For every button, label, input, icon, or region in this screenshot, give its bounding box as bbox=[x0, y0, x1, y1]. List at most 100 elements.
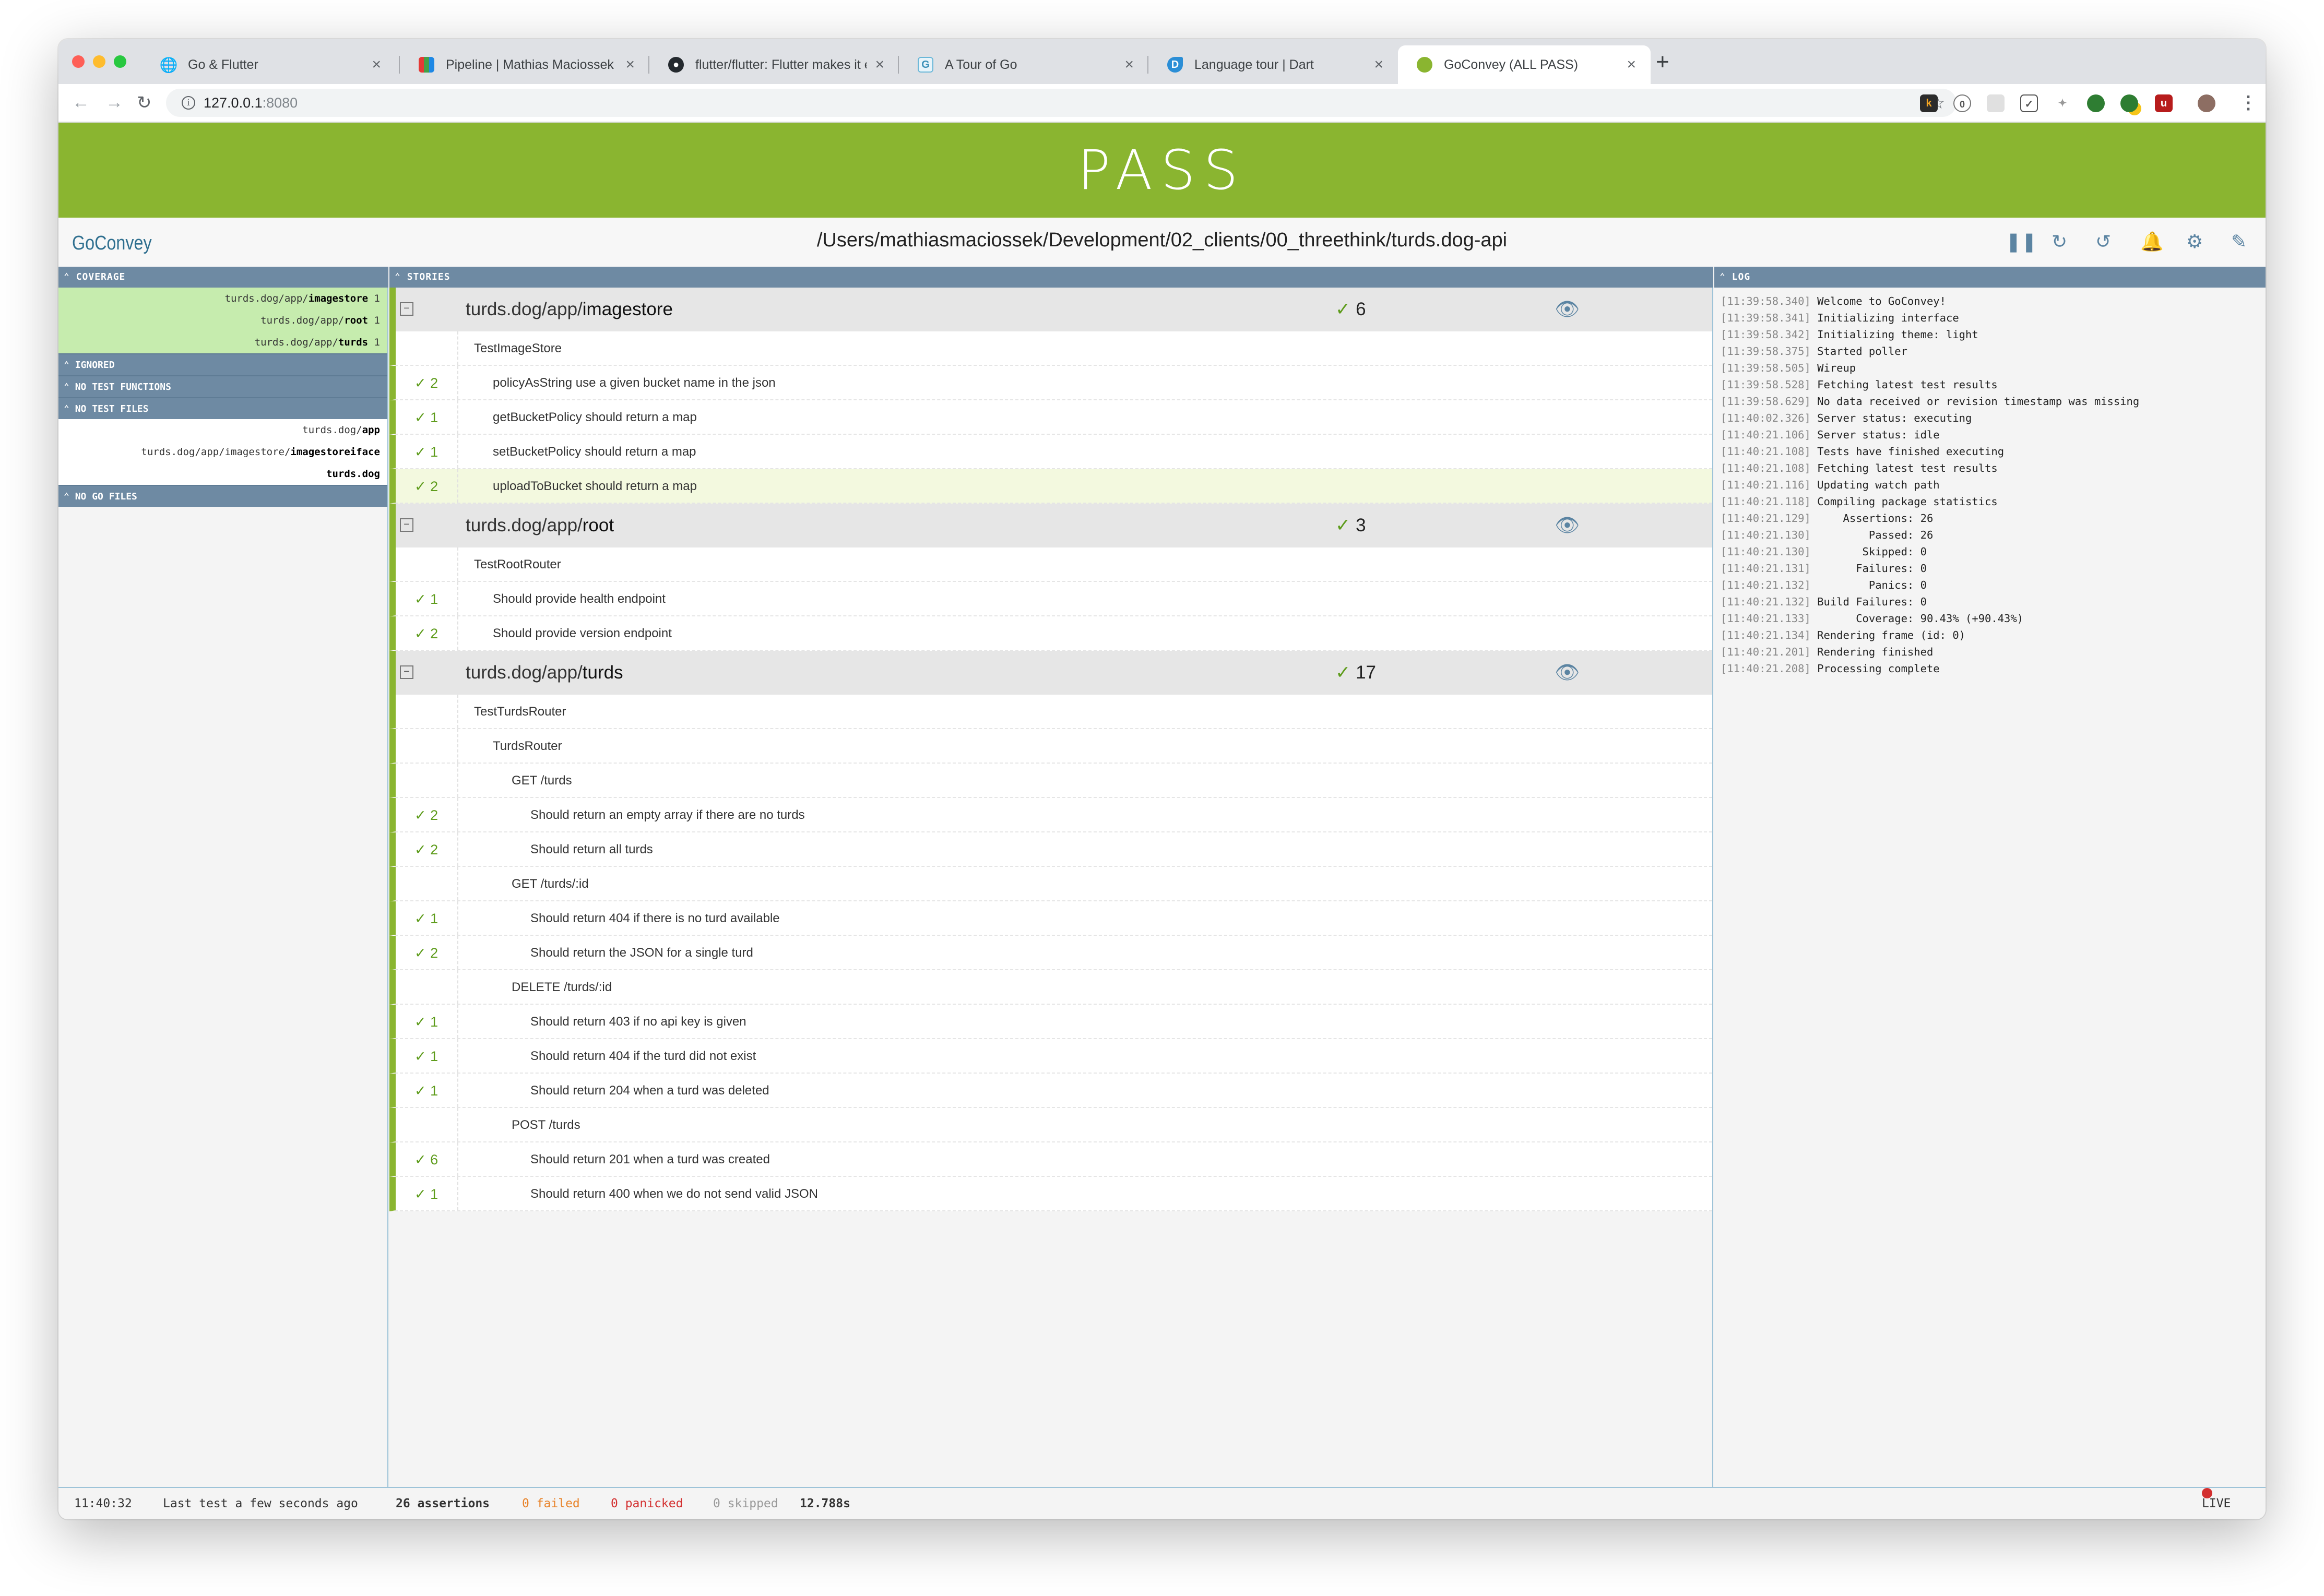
tab-go-flutter[interactable]: 🌐 Go & Flutter × bbox=[142, 45, 396, 84]
log-timestamp: [11:40:21.133] bbox=[1721, 612, 1811, 625]
edit-icon[interactable]: ✎ bbox=[2231, 231, 2247, 252]
pocket-icon[interactable]: ✓ bbox=[2020, 94, 2038, 112]
test-row[interactable]: ✓ 1 setBucketPolicy should return a map bbox=[389, 435, 1712, 469]
stories-header[interactable]: ⌃ STORIES bbox=[389, 267, 1713, 288]
test-row[interactable]: ✓ 1 Should provide health endpoint bbox=[389, 582, 1712, 616]
test-row[interactable]: ✓ 1 Should return 404 if the turd did not… bbox=[389, 1039, 1712, 1074]
collapse-toggle-icon[interactable]: − bbox=[400, 302, 413, 316]
log-message: Compiling package statistics bbox=[1817, 495, 1998, 508]
test-name: TurdsRouter bbox=[493, 739, 562, 753]
row-divider bbox=[457, 331, 458, 365]
story-row[interactable]: DELETE /turds/:id bbox=[389, 970, 1712, 1005]
url-port: :8080 bbox=[262, 94, 298, 111]
coverage-item-root[interactable]: turds.dog/app/root 1 bbox=[58, 309, 387, 331]
log-message: Coverage: 90.43% (+90.43%) bbox=[1817, 612, 2024, 625]
no-test-files-section[interactable]: ⌃ NO TEST FILES bbox=[58, 397, 387, 419]
pause-icon[interactable]: ❚❚ bbox=[2006, 231, 2037, 252]
story-row[interactable]: TestRootRouter bbox=[389, 547, 1712, 582]
row-divider bbox=[457, 764, 458, 797]
test-row[interactable]: ✓ 1 Should return 204 when a turd was del… bbox=[389, 1074, 1712, 1108]
test-row[interactable]: ✓ 2 Should return an empty array if there… bbox=[389, 798, 1712, 832]
close-tab-icon[interactable]: × bbox=[1124, 56, 1134, 74]
coverage-header[interactable]: ⌃ COVERAGE bbox=[58, 267, 388, 288]
settings-gear-icon[interactable]: ⚙ bbox=[2186, 231, 2203, 252]
test-name: Should return 400 when we do not send va… bbox=[530, 1187, 819, 1201]
assertion-count: ✓ 6 bbox=[414, 1152, 438, 1168]
goconvey-icon bbox=[1417, 57, 1432, 73]
close-window-button[interactable] bbox=[72, 55, 85, 68]
test-row[interactable]: ✓ 1 Should return 400 when we do not send… bbox=[389, 1177, 1712, 1211]
test-row[interactable]: ✓ 2 Should return all turds bbox=[389, 832, 1712, 867]
history-icon[interactable]: ↺ bbox=[2095, 231, 2111, 252]
extension-lock-icon[interactable] bbox=[2120, 94, 2138, 112]
tab-goconvey[interactable]: GoConvey (ALL PASS) × bbox=[1398, 45, 1651, 84]
test-row[interactable]: ✓ 1 Should return 403 if no api key is gi… bbox=[389, 1005, 1712, 1039]
coverage-item-imagestore[interactable]: turds.dog/app/imagestore 1 bbox=[58, 288, 387, 309]
pkg-prefix: turds.dog/ bbox=[302, 424, 362, 436]
story-row[interactable]: GET /turds bbox=[389, 764, 1712, 798]
watch-path[interactable]: /Users/mathiasmaciossek/Development/02_c… bbox=[58, 229, 2266, 252]
eye-icon[interactable]: 👁 bbox=[1555, 651, 1580, 695]
test-row[interactable]: ✓ 2 Should return the JSON for a single t… bbox=[389, 936, 1712, 970]
collapse-toggle-icon[interactable]: − bbox=[400, 518, 413, 532]
ignored-section[interactable]: ⌃ IGNORED bbox=[58, 353, 387, 375]
minimize-window-button[interactable] bbox=[93, 55, 105, 68]
test-row[interactable]: ✓ 1 getBucketPolicy should return a map bbox=[389, 400, 1712, 435]
refresh-icon[interactable]: ↻ bbox=[2052, 231, 2067, 252]
close-tab-icon[interactable]: × bbox=[625, 56, 635, 74]
eye-icon[interactable]: 👁 bbox=[1555, 288, 1580, 331]
pkg-name: app bbox=[362, 424, 380, 436]
story-row[interactable]: TestTurdsRouter bbox=[389, 695, 1712, 729]
eye-icon[interactable]: 👁 bbox=[1555, 504, 1580, 547]
notifications-bell-icon[interactable]: 🔔 bbox=[2140, 231, 2164, 252]
close-tab-icon[interactable]: × bbox=[372, 56, 381, 74]
no-test-files-title: NO TEST FILES bbox=[75, 403, 149, 414]
package-header-root[interactable]: − turds.dog/app/root ✓ 3 👁 bbox=[389, 504, 1712, 547]
story-row[interactable]: POST /turds bbox=[389, 1108, 1712, 1142]
extension-green-icon[interactable] bbox=[2087, 94, 2105, 112]
package-header-imagestore[interactable]: − turds.dog/app/imagestore ✓ 6 👁 bbox=[389, 288, 1712, 331]
extension-k-icon[interactable]: k bbox=[1920, 94, 1938, 112]
site-info-icon[interactable]: i bbox=[182, 96, 195, 110]
log-timestamp: [11:40:21.201] bbox=[1721, 646, 1811, 658]
tab-flutter-github[interactable]: ● flutter/flutter: Flutter makes it ea × bbox=[649, 45, 899, 84]
reload-icon[interactable]: ↻ bbox=[137, 92, 152, 113]
tab-title: Language tour | Dart bbox=[1194, 57, 1314, 72]
extension-spark-icon[interactable]: ✦ bbox=[2054, 94, 2071, 112]
forward-icon[interactable]: → bbox=[105, 92, 123, 113]
test-row[interactable]: ✓ 2 Should provide version endpoint bbox=[389, 616, 1712, 651]
package-header-turds[interactable]: − turds.dog/app/turds ✓ 17 👁 bbox=[389, 651, 1712, 695]
browser-menu-icon[interactable]: ⋮ bbox=[2239, 92, 2257, 113]
close-tab-icon[interactable]: × bbox=[1627, 56, 1636, 74]
log-timestamp: [11:39:58.528] bbox=[1721, 378, 1811, 391]
test-row[interactable]: ✓ 2 policyAsString use a given bucket nam… bbox=[389, 366, 1712, 400]
no-go-files-section[interactable]: ⌃ NO GO FILES bbox=[58, 485, 387, 507]
story-row[interactable]: TestImageStore bbox=[389, 331, 1712, 366]
tab-dart-tour[interactable]: D Language tour | Dart × bbox=[1148, 45, 1398, 84]
collapse-toggle-icon[interactable]: − bbox=[400, 665, 413, 679]
close-tab-icon[interactable]: × bbox=[875, 56, 884, 74]
extension-circle-icon[interactable]: 0 bbox=[1953, 94, 1971, 112]
tab-tour-of-go[interactable]: G A Tour of Go × bbox=[899, 45, 1148, 84]
story-row[interactable]: TurdsRouter bbox=[389, 729, 1712, 764]
close-tab-icon[interactable]: × bbox=[1374, 56, 1383, 74]
test-row[interactable]: ✓ 2 uploadToBucket should return a map bbox=[389, 469, 1712, 504]
profile-avatar[interactable] bbox=[2198, 94, 2215, 112]
coverage-item-turds[interactable]: turds.dog/app/turds 1 bbox=[58, 331, 387, 353]
test-row[interactable]: ✓ 6 Should return 201 when a turd was cre… bbox=[389, 1142, 1712, 1177]
address-bar[interactable]: i 127.0.0.1:8080 ☆ bbox=[166, 89, 1957, 117]
back-icon[interactable]: ← bbox=[72, 92, 90, 113]
log-message: Skipped: 0 bbox=[1817, 545, 1927, 558]
new-tab-button[interactable]: + bbox=[1656, 51, 1669, 74]
extension-blank-icon[interactable] bbox=[1987, 94, 2005, 112]
log-message: Build Failures: 0 bbox=[1817, 595, 1927, 608]
log-line: [11:40:21.134] Rendering frame (id: 0) bbox=[1721, 627, 2259, 644]
test-row[interactable]: ✓ 1 Should return 404 if there is no turd… bbox=[389, 901, 1712, 936]
ublock-icon[interactable]: u bbox=[2155, 94, 2173, 112]
maximize-window-button[interactable] bbox=[114, 55, 126, 68]
package-pass-count: ✓ 3 bbox=[1335, 515, 1366, 535]
tab-pipeline[interactable]: Pipeline | Mathias Maciossek CR × bbox=[400, 45, 649, 84]
log-header[interactable]: ⌃ LOG bbox=[1714, 267, 2266, 288]
no-test-functions-section[interactable]: ⌃ NO TEST FUNCTIONS bbox=[58, 375, 387, 397]
story-row[interactable]: GET /turds/:id bbox=[389, 867, 1712, 901]
